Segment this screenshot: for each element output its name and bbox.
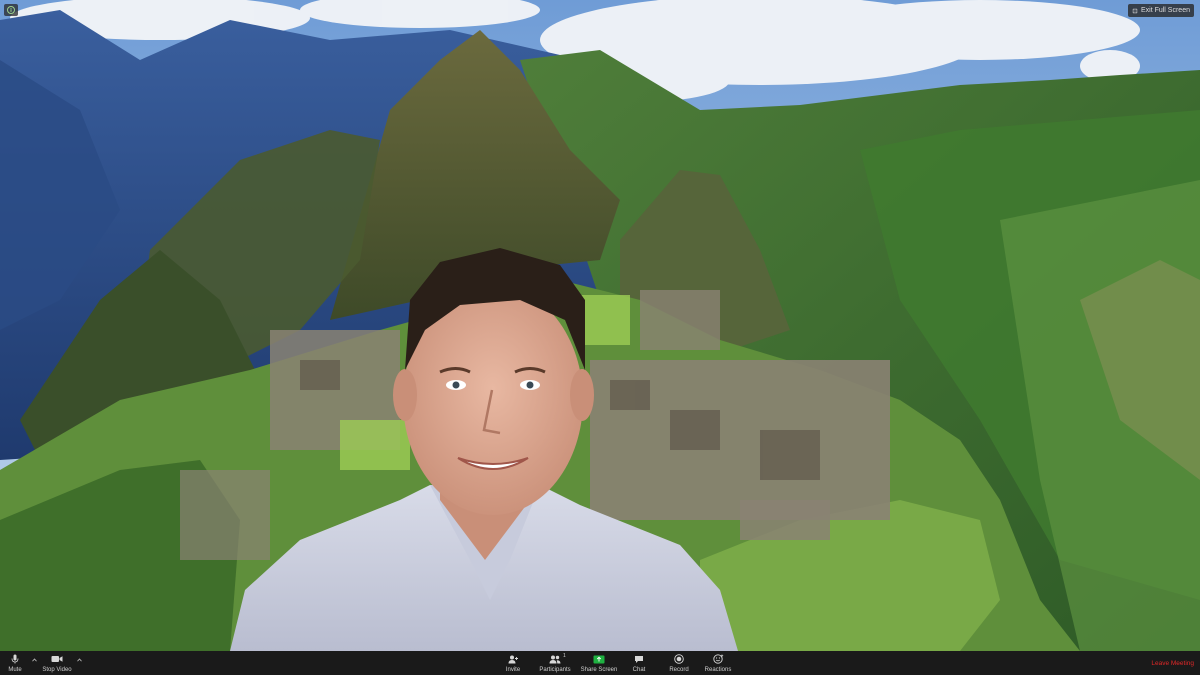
smiley-icon — [712, 654, 723, 664]
leave-meeting-label: Leave Meeting — [1151, 659, 1194, 667]
exit-full-screen-icon — [1132, 8, 1138, 13]
chat-button[interactable]: Chat — [628, 651, 650, 675]
zoom-meeting-window: Exit Full Screen Mute Stop Video Invite … — [0, 0, 1200, 675]
chat-label: Chat — [632, 666, 646, 673]
participants-button[interactable]: Participants 1 — [536, 651, 574, 675]
chevron-up-icon — [31, 658, 37, 662]
participants-count: 1 — [563, 653, 566, 659]
record-button[interactable]: Record — [666, 651, 692, 675]
share-screen-button[interactable]: Share Screen — [580, 651, 618, 675]
add-person-icon — [508, 655, 518, 663]
meeting-toolbar: Mute Stop Video Invite Participants 1 Sh… — [0, 651, 1200, 675]
mute-button[interactable]: Mute — [2, 651, 28, 675]
stop-video-button[interactable]: Stop Video — [40, 651, 74, 675]
invite-button[interactable]: Invite — [500, 651, 526, 675]
reactions-button[interactable]: Reactions — [702, 651, 734, 675]
zoom-info-icon — [7, 6, 15, 14]
record-label: Record — [669, 666, 689, 673]
share-screen-label: Share Screen — [580, 666, 618, 673]
leave-meeting-button[interactable]: Leave Meeting — [1151, 651, 1194, 675]
record-icon — [674, 654, 684, 664]
video-options-caret[interactable] — [76, 657, 82, 663]
video-feed: Exit Full Screen — [0, 0, 1200, 651]
exit-full-screen-button[interactable]: Exit Full Screen — [1127, 4, 1194, 17]
share-screen-icon — [593, 655, 605, 663]
mute-label: Mute — [8, 666, 22, 673]
people-icon — [549, 655, 561, 663]
chevron-up-icon — [76, 658, 82, 662]
microphone-icon — [11, 654, 19, 664]
video-camera-icon — [51, 656, 63, 662]
chat-bubble-icon — [635, 655, 643, 663]
meeting-info-button[interactable] — [4, 4, 18, 16]
stop-video-label: Stop Video — [42, 666, 72, 673]
reactions-label: Reactions — [704, 666, 732, 673]
exit-full-screen-label: Exit Full Screen — [1140, 7, 1190, 14]
participants-label: Participants — [539, 666, 571, 673]
virtual-background — [0, 0, 1200, 651]
invite-label: Invite — [505, 666, 521, 673]
audio-options-caret[interactable] — [31, 657, 37, 663]
